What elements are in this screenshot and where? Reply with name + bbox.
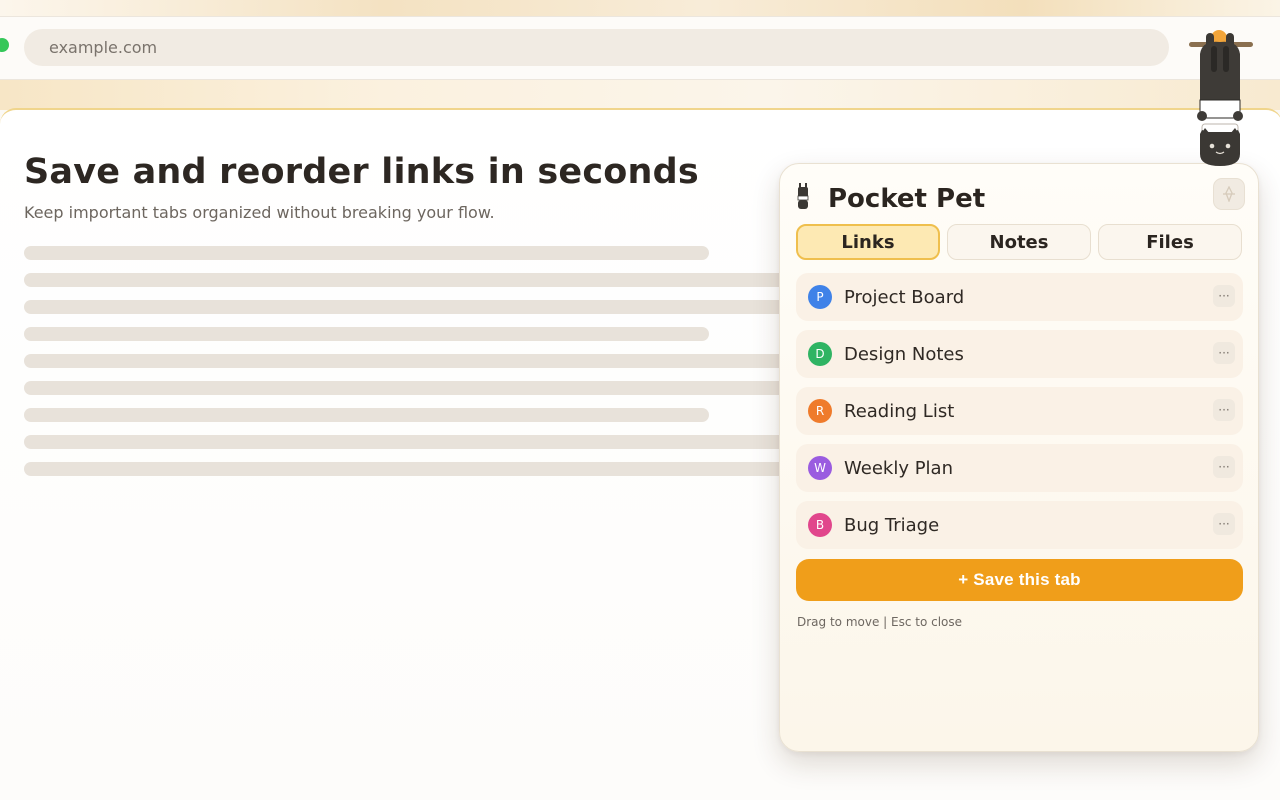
address-text: example.com — [49, 38, 158, 57]
more-dots-icon[interactable]: ··· — [1213, 342, 1235, 364]
link-row-design-notes[interactable]: D Design Notes ··· — [796, 330, 1243, 378]
more-dots-icon[interactable]: ··· — [1213, 285, 1235, 307]
page-title: Save and reorder links in seconds — [24, 152, 699, 192]
placeholder-line — [24, 408, 709, 422]
tab-files[interactable]: Files — [1098, 224, 1242, 260]
link-avatar: P — [808, 285, 832, 309]
link-avatar: B — [808, 513, 832, 537]
page-subtitle: Keep important tabs organized without br… — [24, 203, 495, 222]
save-tab-button[interactable]: + Save this tab — [796, 559, 1243, 601]
placeholder-line — [24, 273, 814, 287]
more-dots-icon[interactable]: ··· — [1213, 399, 1235, 421]
link-row-bug-triage[interactable]: B Bug Triage ··· — [796, 501, 1243, 549]
browser-toolbar: example.com — [0, 16, 1280, 80]
link-label: Bug Triage — [844, 515, 940, 536]
link-row-weekly-plan[interactable]: W Weekly Plan ··· — [796, 444, 1243, 492]
panel-title: Pocket Pet — [828, 184, 986, 214]
browser-top-strip — [0, 0, 1280, 16]
link-row-reading-list[interactable]: R Reading List ··· — [796, 387, 1243, 435]
placeholder-line — [24, 300, 814, 314]
placeholder-line — [24, 246, 709, 260]
link-avatar: D — [808, 342, 832, 366]
window-status-dot — [0, 38, 9, 52]
hanging-cat-icon[interactable] — [1188, 28, 1254, 168]
link-label: Weekly Plan — [844, 458, 953, 479]
link-avatar: W — [808, 456, 832, 480]
more-dots-icon[interactable]: ··· — [1213, 456, 1235, 478]
browser-tab-band — [0, 80, 1280, 110]
pin-icon — [1223, 186, 1235, 202]
placeholder-line — [24, 435, 814, 449]
tab-notes[interactable]: Notes — [947, 224, 1091, 260]
placeholder-line — [24, 327, 709, 341]
panel-hint: Drag to move | Esc to close — [797, 615, 963, 629]
placeholder-line — [24, 354, 814, 368]
link-label: Design Notes — [844, 344, 964, 365]
pin-button[interactable] — [1213, 178, 1245, 210]
link-label: Reading List — [844, 401, 955, 422]
tab-links[interactable]: Links — [796, 224, 940, 260]
more-dots-icon[interactable]: ··· — [1213, 513, 1235, 535]
placeholder-line — [24, 462, 814, 476]
address-bar[interactable]: example.com — [24, 29, 1169, 66]
link-avatar: R — [808, 399, 832, 423]
placeholder-line — [24, 381, 814, 395]
link-label: Project Board — [844, 287, 965, 308]
link-row-project-board[interactable]: P Project Board ··· — [796, 273, 1243, 321]
pet-logo-icon — [797, 183, 809, 209]
